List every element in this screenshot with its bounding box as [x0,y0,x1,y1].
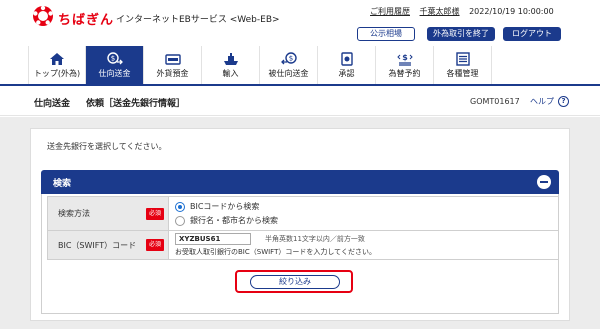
public-rates-button[interactable]: 公示相場 [357,27,415,41]
search-panel-body: 検索方法 必須 BICコードから検索 銀行名・都市名から検索 BIC（SWIFT… [41,194,559,314]
bic-code-note: 半角英数11文字以内／前方一致 [265,235,365,243]
page-title-text: 依頼［送金先銀行情報］ [86,99,186,109]
nav-item-remittance[interactable]: $ 仕向送金 [86,46,144,84]
page-section: 仕向送金 [34,99,71,109]
brand-name: ちばぎん [58,13,115,28]
remittance-icon: $ [106,52,123,65]
required-badge: 必須 [145,207,164,220]
nav-item-fx-contract[interactable]: $ 為替予約 [376,46,434,84]
help-label: ヘルプ [530,97,554,106]
nav-item-deposit[interactable]: 外貨預金 [144,46,202,84]
help-link[interactable]: ヘルプ ? [530,96,569,107]
management-icon [455,52,470,66]
help-icon: ? [558,96,569,107]
user-name-link[interactable]: 千葉太郎様 [420,7,460,16]
search-method-options: BICコードから検索 銀行名・都市名から検索 [168,196,559,231]
search-method-label: 検索方法 必須 [47,196,169,231]
header: ちばぎん インターネットEBサービス <Web-EB> ご利用履歴 千葉太郎様 … [0,0,600,46]
user-info: ご利用履歴 千葉太郎様 2022/10/19 10:00:00 [370,6,592,17]
filter-search-button[interactable]: 絞り込み [250,275,340,289]
instruction-text: 送金先銀行を選択してください。 [47,142,167,151]
end-fx-button[interactable]: 外為取引を終了 [427,27,495,41]
deposit-icon [164,54,181,65]
nav-item-management[interactable]: 各種管理 [434,46,492,84]
radio-bank-name-search[interactable]: 銀行名・都市名から検索 [175,214,552,228]
radio-circle [175,215,185,226]
svg-text:$: $ [402,53,408,62]
radio-bic-search[interactable]: BICコードから検索 [175,200,552,214]
svg-text:$: $ [110,55,114,63]
nav-item-approval[interactable]: 承認 [318,46,376,84]
bank-logo-icon [33,5,53,26]
main-content: 送金先銀行を選択してください。 検索 検索方法 必須 BICコードから検索 銀行… [0,117,600,329]
nav-item-import[interactable]: 輸入 [202,46,260,84]
bic-code-row: BIC（SWIFT）コード 必須 半角英数11文字以内／前方一致 お受取人取引銀… [47,230,559,260]
login-datetime: 2022/10/19 10:00:00 [469,7,554,16]
bic-code-help: お受取人取引銀行のBIC（SWIFT）コードを入力してください。 [175,248,376,256]
radio-circle [175,201,185,212]
search-panel-title: 検索 [53,179,72,189]
nav-item-top[interactable]: トップ(外為) [28,46,86,84]
required-badge: 必須 [145,239,164,251]
bic-code-label: BIC（SWIFT）コード 必須 [47,230,169,260]
approval-icon [340,52,353,66]
service-name: インターネットEBサービス <Web-EB> [116,15,280,25]
bic-code-cell: 半角英数11文字以内／前方一致 お受取人取引銀行のBIC（SWIFT）コードを入… [168,230,559,260]
global-nav: トップ(外為) $ 仕向送金 外貨預金 輸入 $ 被仕向送金 承認 $ 為替予約… [28,46,558,84]
bic-code-input[interactable] [175,233,251,245]
fx-contract-icon: $ [396,53,413,66]
incoming-remittance-icon: $ [280,52,297,65]
search-method-row: 検索方法 必須 BICコードから検索 銀行名・都市名から検索 [47,196,559,231]
usage-history-link[interactable]: ご利用履歴 [370,7,410,16]
collapse-icon[interactable] [537,175,551,189]
search-panel-header[interactable]: 検索 [41,170,559,194]
nav-item-incoming-remittance[interactable]: $ 被仕向送金 [260,46,318,84]
svg-text:$: $ [288,55,292,63]
logout-button[interactable]: ログアウト [503,27,561,41]
import-icon [223,53,238,65]
home-icon [50,53,64,65]
search-form-table: 検索方法 必須 BICコードから検索 銀行名・都市名から検索 BIC（SWIFT… [47,196,559,260]
page-title-bar: 仕向送金 依頼［送金先銀行情報］ GOMT01617 ヘルプ ? [0,86,600,116]
page-title: 仕向送金 依頼［送金先銀行情報］ [34,96,201,109]
screen-id: GOMT01617 [470,97,520,106]
